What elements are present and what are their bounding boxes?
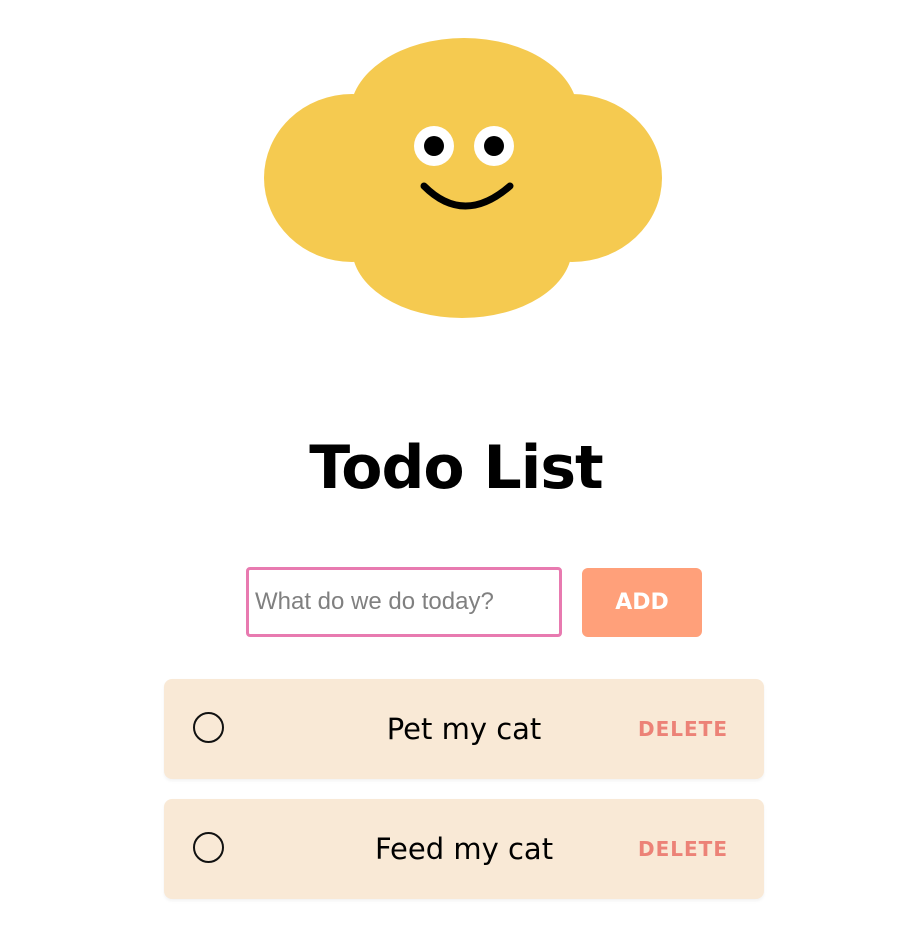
delete-button[interactable]: DELETE: [638, 717, 728, 741]
todo-text: Feed my cat: [374, 832, 554, 866]
todo-form: ADD: [246, 567, 706, 639]
todo-list: Pet my cat DELETE Feed my cat DELETE: [164, 679, 764, 919]
delete-button[interactable]: DELETE: [638, 837, 728, 861]
complete-toggle-circle-icon[interactable]: [193, 712, 224, 743]
page-title: Todo List: [309, 433, 603, 503]
complete-toggle-circle-icon[interactable]: [193, 832, 224, 863]
todo-item: Pet my cat DELETE: [164, 679, 764, 779]
smiling-cloud-icon: [264, 38, 662, 318]
todo-text: Pet my cat: [386, 712, 542, 746]
todo-item: Feed my cat DELETE: [164, 799, 764, 899]
todo-input[interactable]: [246, 567, 562, 637]
add-button[interactable]: ADD: [582, 568, 702, 637]
